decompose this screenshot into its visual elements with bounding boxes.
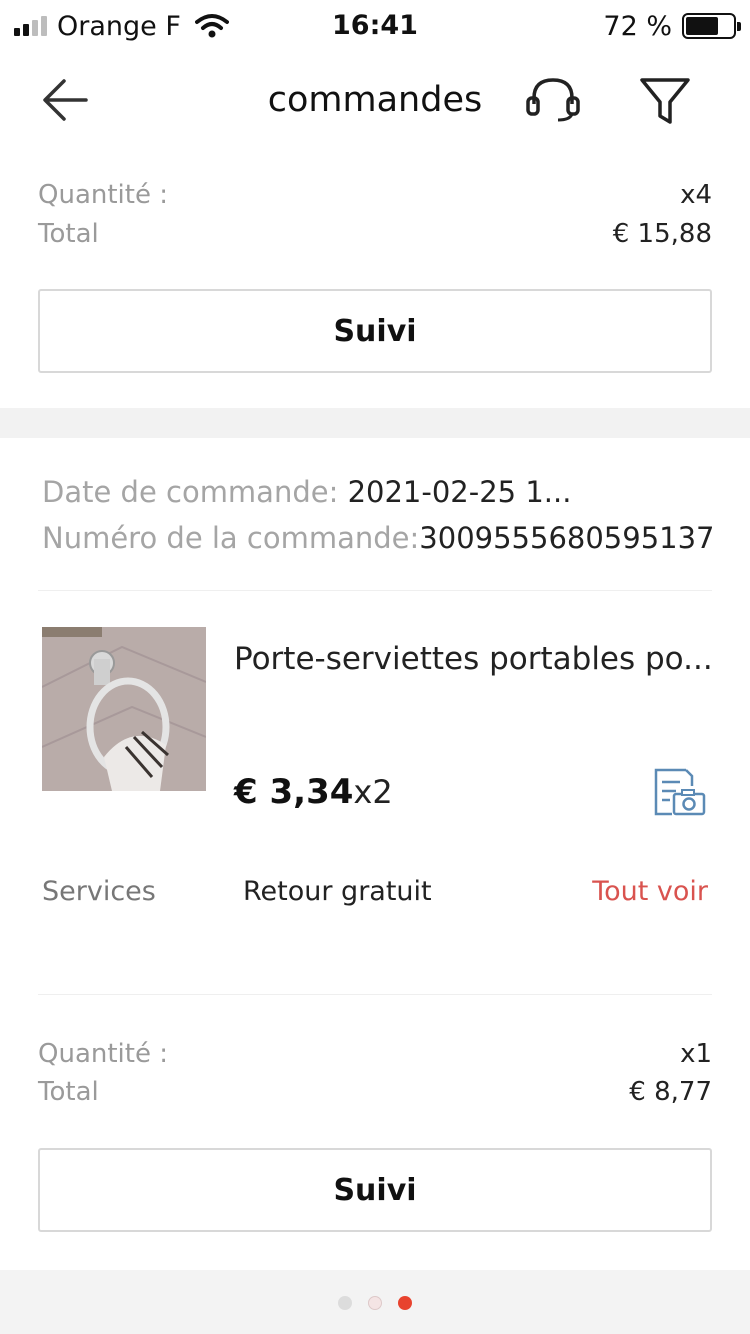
product-price-value: € 3,34	[234, 772, 354, 812]
total-row: Total € 8,77	[38, 1072, 712, 1112]
services-see-all-link[interactable]: Tout voir	[592, 872, 708, 912]
product-quantity: x2	[353, 773, 393, 811]
track-button[interactable]: Suivi	[38, 1148, 712, 1232]
headset-icon[interactable]	[524, 72, 582, 126]
total-label: Total	[38, 1077, 99, 1107]
order-number-value[interactable]: 3009555680595137	[419, 521, 714, 555]
battery-percent: 72 %	[603, 10, 672, 42]
order-date: Date de commande: 2021-02-25 1...	[42, 472, 571, 512]
quantity-value: x1	[680, 1039, 712, 1069]
quantity-label: Quantité :	[38, 180, 168, 210]
total-value: € 8,77	[629, 1077, 712, 1107]
prev-total-row: Total € 15,88	[38, 214, 712, 254]
track-button[interactable]: Suivi	[38, 289, 712, 373]
quantity-value: x4	[680, 180, 712, 210]
nav-bar: commandes	[0, 52, 750, 148]
product-image[interactable]	[42, 627, 206, 791]
arrow-left-icon[interactable]	[40, 76, 92, 124]
page-dot[interactable]	[368, 1296, 382, 1310]
order-number: Numéro de la commande:3009555680595137	[42, 518, 715, 558]
order-date-label: Date de commande:	[42, 475, 339, 509]
status-bar: Orange F 16:41 72 %	[0, 0, 750, 52]
pager-bar	[0, 1270, 750, 1334]
quantity-row: Quantité : x1	[38, 1034, 712, 1074]
divider	[38, 994, 712, 995]
order-date-value: 2021-02-25 1...	[338, 475, 572, 509]
filter-icon[interactable]	[636, 72, 694, 128]
product-price: € 3,34x2	[234, 770, 393, 814]
quantity-label: Quantité :	[38, 1039, 168, 1069]
services-label: Services	[42, 876, 156, 907]
services-value: Retour gratuit	[243, 876, 432, 907]
prev-quantity-row: Quantité : x4	[38, 175, 712, 215]
page-dot[interactable]	[338, 1296, 352, 1310]
section-divider	[0, 408, 750, 438]
page-dot[interactable]	[398, 1296, 412, 1310]
total-value: € 15,88	[612, 219, 712, 249]
product-title[interactable]: Porte-serviettes portables po...	[234, 638, 714, 680]
battery-icon	[682, 13, 741, 39]
page-indicator	[0, 1296, 750, 1310]
total-label: Total	[38, 219, 99, 249]
photo-review-icon[interactable]	[650, 764, 708, 818]
order-number-label: Numéro de la commande:	[42, 521, 420, 555]
divider	[38, 590, 712, 591]
page-title: commandes	[267, 80, 483, 120]
